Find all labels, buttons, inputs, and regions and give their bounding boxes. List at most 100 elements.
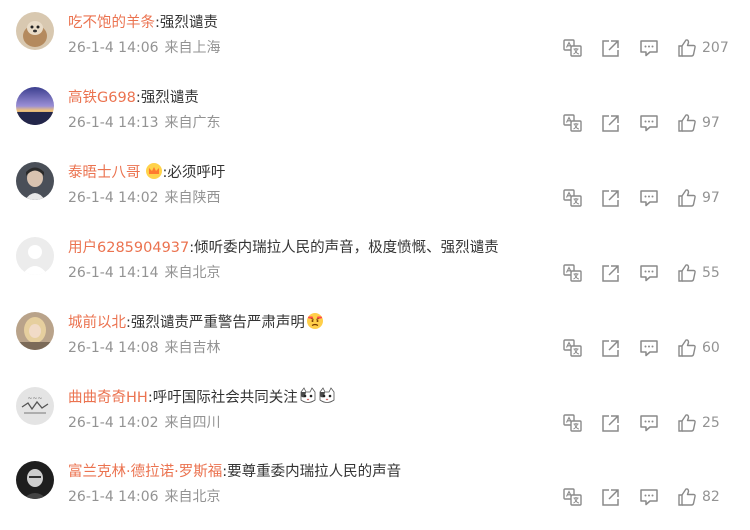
translate-button[interactable]	[562, 112, 584, 134]
comment-item: 用户6285904937:倾听委内瑞拉人民的声音，极度愤慨、强烈谴责 26-1-4…	[0, 237, 750, 311]
comment-time: 26-1-4 14:02	[68, 190, 159, 206]
comment-location: 来自北京	[164, 265, 221, 281]
avatar[interactable]	[16, 162, 54, 200]
share-button[interactable]	[600, 412, 622, 434]
comment-location: 来自广东	[164, 115, 221, 131]
comment-item: 吃不饱的羊条:强烈谴责 26-1-4 14:06 来自上海 207	[0, 12, 750, 86]
comment-body: 曲曲奇奇HH:呼吁国际社会共同关注	[68, 387, 336, 409]
comment-location: 来自上海	[164, 40, 221, 56]
svg-text:~~~: ~~~	[27, 395, 42, 402]
comment-button[interactable]	[638, 112, 660, 134]
comment-text: 强烈谴责	[159, 15, 218, 31]
comment-text: 强烈谴责严重警告严肃声明	[130, 315, 305, 331]
avatar[interactable]	[16, 87, 54, 125]
comment-meta: 26-1-4 14:13 来自广东	[68, 113, 221, 133]
comment-body: 泰晤士八哥:必须呼吁	[68, 162, 225, 184]
translate-button[interactable]	[562, 37, 584, 59]
like-icon	[676, 112, 698, 134]
comment-button[interactable]	[638, 37, 660, 59]
share-button[interactable]	[600, 112, 622, 134]
like-icon	[676, 337, 698, 359]
share-button[interactable]	[600, 486, 622, 508]
comment-item: 高铁G698:强烈谴责 26-1-4 14:13 来自广东 97	[0, 87, 750, 161]
comment-time: 26-1-4 14:06	[68, 40, 159, 56]
like-button[interactable]	[676, 37, 698, 59]
like-button[interactable]	[676, 486, 698, 508]
comment-icon	[638, 37, 660, 59]
share-icon	[600, 187, 622, 209]
like-button[interactable]	[676, 412, 698, 434]
avatar[interactable]	[16, 312, 54, 350]
comment-location: 来自陕西	[164, 190, 221, 206]
share-icon	[600, 37, 622, 59]
like-count: 55	[702, 265, 720, 281]
comment-item: ~~~ 曲曲奇奇HH:呼吁国际社会共同关注 26-1-4 14:02 来自四川 25	[0, 387, 750, 461]
username-link[interactable]: 用户6285904937	[68, 240, 189, 256]
like-icon	[676, 412, 698, 434]
share-button[interactable]	[600, 37, 622, 59]
translate-icon	[562, 112, 584, 134]
like-button[interactable]	[676, 337, 698, 359]
comment-time: 26-1-4 14:13	[68, 115, 159, 131]
like-count: 97	[702, 190, 720, 206]
like-icon	[676, 187, 698, 209]
translate-icon	[562, 37, 584, 59]
comment-icon	[638, 112, 660, 134]
comment-body: 吃不饱的羊条:强烈谴责	[68, 12, 218, 34]
translate-button[interactable]	[562, 337, 584, 359]
comment-icon	[638, 412, 660, 434]
comment-list: 吃不饱的羊条:强烈谴责 26-1-4 14:06 来自上海 207 高铁G698:强烈谴…	[0, 0, 750, 530]
translate-icon	[562, 187, 584, 209]
like-button[interactable]	[676, 262, 698, 284]
share-button[interactable]	[600, 337, 622, 359]
comment-meta: 26-1-4 14:06 来自北京	[68, 487, 221, 507]
share-icon	[600, 262, 622, 284]
like-icon	[676, 262, 698, 284]
username-link[interactable]: 城前以北	[68, 315, 126, 331]
comment-body: 用户6285904937:倾听委内瑞拉人民的声音，极度愤慨、强烈谴责	[68, 237, 499, 259]
comment-meta: 26-1-4 14:02 来自陕西	[68, 188, 221, 208]
translate-button[interactable]	[562, 262, 584, 284]
like-count: 97	[702, 115, 720, 131]
username-link[interactable]: 曲曲奇奇HH	[68, 390, 148, 406]
like-button[interactable]	[676, 187, 698, 209]
translate-icon	[562, 486, 584, 508]
comment-text: 呼吁国际社会共同关注	[152, 390, 298, 406]
share-icon	[600, 486, 622, 508]
translate-button[interactable]	[562, 187, 584, 209]
comment-icon	[638, 262, 660, 284]
username-link[interactable]: 富兰克林·德拉诺·罗斯福	[68, 464, 222, 480]
avatar[interactable]	[16, 461, 54, 499]
username-link[interactable]: 高铁G698	[68, 90, 136, 106]
like-icon	[676, 486, 698, 508]
translate-button[interactable]	[562, 486, 584, 508]
comment-item: 城前以北:强烈谴责严重警告严肃声明 26-1-4 14:08 来自吉林 60	[0, 312, 750, 386]
comment-button[interactable]	[638, 486, 660, 508]
translate-button[interactable]	[562, 412, 584, 434]
comment-meta: 26-1-4 14:14 来自北京	[68, 263, 221, 283]
like-button[interactable]	[676, 112, 698, 134]
like-count: 207	[702, 40, 729, 56]
comment-location: 来自四川	[164, 415, 221, 431]
crown-badge-icon	[145, 162, 163, 180]
comment-icon	[638, 486, 660, 508]
comment-time: 26-1-4 14:06	[68, 489, 159, 505]
comment-button[interactable]	[638, 262, 660, 284]
angry-face-emoji	[306, 312, 324, 330]
username-link[interactable]: 吃不饱的羊条	[68, 15, 155, 31]
share-icon	[600, 337, 622, 359]
avatar[interactable]	[16, 12, 54, 50]
comment-meta: 26-1-4 14:06 来自上海	[68, 38, 221, 58]
translate-icon	[562, 412, 584, 434]
share-button[interactable]	[600, 187, 622, 209]
share-button[interactable]	[600, 262, 622, 284]
comment-button[interactable]	[638, 412, 660, 434]
avatar[interactable]	[16, 237, 54, 275]
translate-icon	[562, 337, 584, 359]
comment-text: 强烈谴责	[140, 90, 199, 106]
avatar[interactable]: ~~~	[16, 387, 54, 425]
comment-button[interactable]	[638, 187, 660, 209]
username-link[interactable]: 泰晤士八哥	[68, 165, 141, 181]
comment-button[interactable]	[638, 337, 660, 359]
like-count: 60	[702, 340, 720, 356]
